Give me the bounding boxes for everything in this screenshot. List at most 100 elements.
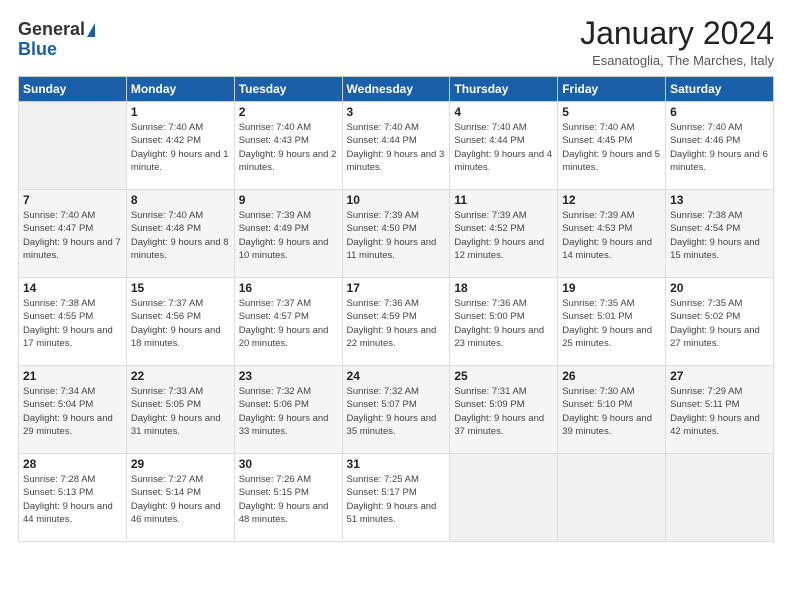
calendar-day-cell: 8 Sunrise: 7:40 AMSunset: 4:48 PMDaylight… — [126, 190, 234, 278]
logo-blue-text: Blue — [18, 40, 57, 60]
day-info: Sunrise: 7:36 AMSunset: 4:59 PMDaylight:… — [347, 297, 446, 350]
day-number: 20 — [670, 281, 769, 295]
calendar-day-cell: 26 Sunrise: 7:30 AMSunset: 5:10 PMDayligh… — [558, 366, 666, 454]
calendar-day-cell: 4Sunrise: 7:40 AMSunset: 4:44 PMDaylight… — [450, 102, 558, 190]
calendar-day-cell: 14 Sunrise: 7:38 AMSunset: 4:55 PMDayligh… — [19, 278, 127, 366]
calendar-day-cell — [450, 454, 558, 542]
day-number: 21 — [23, 369, 122, 383]
day-info: Sunrise: 7:26 AMSunset: 5:15 PMDaylight:… — [239, 473, 338, 526]
day-info: Sunrise: 7:36 AMSunset: 5:00 PMDaylight:… — [454, 297, 553, 350]
calendar-day-cell: 11 Sunrise: 7:39 AMSunset: 4:52 PMDayligh… — [450, 190, 558, 278]
calendar-day-header: Tuesday — [234, 77, 342, 102]
day-number: 18 — [454, 281, 553, 295]
day-info: Sunrise: 7:39 AMSunset: 4:53 PMDaylight:… — [562, 209, 661, 262]
day-number: 28 — [23, 457, 122, 471]
day-number: 16 — [239, 281, 338, 295]
day-info: Sunrise: 7:28 AMSunset: 5:13 PMDaylight:… — [23, 473, 122, 526]
calendar-day-cell: 29Sunrise: 7:27 AMSunset: 5:14 PMDayligh… — [126, 454, 234, 542]
calendar-body: 1 Sunrise: 7:40 AMSunset: 4:42 PMDaylight… — [19, 102, 774, 542]
day-number: 12 — [562, 193, 661, 207]
day-info: Sunrise: 7:40 AMSunset: 4:42 PMDaylight:… — [131, 121, 230, 174]
day-number: 31 — [347, 457, 446, 471]
calendar-day-cell: 3Sunrise: 7:40 AMSunset: 4:44 PMDaylight… — [342, 102, 450, 190]
day-info: Sunrise: 7:29 AMSunset: 5:11 PMDaylight:… — [670, 385, 769, 438]
day-number: 1 — [131, 105, 230, 119]
day-info: Sunrise: 7:40 AMSunset: 4:44 PMDaylight:… — [454, 121, 553, 174]
day-info: Sunrise: 7:38 AMSunset: 4:54 PMDaylight:… — [670, 209, 769, 262]
calendar-day-cell: 27 Sunrise: 7:29 AMSunset: 5:11 PMDayligh… — [666, 366, 774, 454]
calendar-day-cell — [558, 454, 666, 542]
calendar-day-header: Wednesday — [342, 77, 450, 102]
day-info: Sunrise: 7:32 AMSunset: 5:06 PMDaylight:… — [239, 385, 338, 438]
day-info: Sunrise: 7:37 AMSunset: 4:57 PMDaylight:… — [239, 297, 338, 350]
calendar-header-row: SundayMondayTuesdayWednesdayThursdayFrid… — [19, 77, 774, 102]
day-info: Sunrise: 7:33 AMSunset: 5:05 PMDaylight:… — [131, 385, 230, 438]
day-number: 30 — [239, 457, 338, 471]
calendar-day-cell: 18 Sunrise: 7:36 AMSunset: 5:00 PMDayligh… — [450, 278, 558, 366]
day-number: 2 — [239, 105, 338, 119]
calendar-day-cell: 9Sunrise: 7:39 AMSunset: 4:49 PMDaylight… — [234, 190, 342, 278]
calendar-day-cell: 24 Sunrise: 7:32 AMSunset: 5:07 PMDayligh… — [342, 366, 450, 454]
day-info: Sunrise: 7:37 AMSunset: 4:56 PMDaylight:… — [131, 297, 230, 350]
calendar-day-header: Monday — [126, 77, 234, 102]
day-info: Sunrise: 7:38 AMSunset: 4:55 PMDaylight:… — [23, 297, 122, 350]
day-number: 14 — [23, 281, 122, 295]
day-info: Sunrise: 7:40 AMSunset: 4:43 PMDaylight:… — [239, 121, 338, 174]
day-number: 26 — [562, 369, 661, 383]
day-info: Sunrise: 7:32 AMSunset: 5:07 PMDaylight:… — [347, 385, 446, 438]
day-number: 8 — [131, 193, 230, 207]
day-number: 24 — [347, 369, 446, 383]
day-info: Sunrise: 7:35 AMSunset: 5:02 PMDaylight:… — [670, 297, 769, 350]
day-info: Sunrise: 7:39 AMSunset: 4:52 PMDaylight:… — [454, 209, 553, 262]
calendar-day-cell: 30 Sunrise: 7:26 AMSunset: 5:15 PMDayligh… — [234, 454, 342, 542]
calendar-day-cell: 10Sunrise: 7:39 AMSunset: 4:50 PMDayligh… — [342, 190, 450, 278]
day-number: 29 — [131, 457, 230, 471]
calendar-week-row: 21Sunrise: 7:34 AMSunset: 5:04 PMDayligh… — [19, 366, 774, 454]
day-number: 25 — [454, 369, 553, 383]
calendar-day-cell: 2 Sunrise: 7:40 AMSunset: 4:43 PMDaylight… — [234, 102, 342, 190]
calendar-week-row: 14 Sunrise: 7:38 AMSunset: 4:55 PMDayligh… — [19, 278, 774, 366]
day-number: 27 — [670, 369, 769, 383]
logo-general-text: General — [18, 20, 85, 40]
day-info: Sunrise: 7:35 AMSunset: 5:01 PMDaylight:… — [562, 297, 661, 350]
calendar-day-cell — [666, 454, 774, 542]
title-section: January 2024 Esanatoglia, The Marches, I… — [580, 16, 774, 68]
day-number: 13 — [670, 193, 769, 207]
calendar-day-cell — [19, 102, 127, 190]
calendar-day-header: Thursday — [450, 77, 558, 102]
day-number: 19 — [562, 281, 661, 295]
calendar-day-cell: 25 Sunrise: 7:31 AMSunset: 5:09 PMDayligh… — [450, 366, 558, 454]
calendar-day-cell: 12 Sunrise: 7:39 AMSunset: 4:53 PMDayligh… — [558, 190, 666, 278]
calendar-day-cell: 19 Sunrise: 7:35 AMSunset: 5:01 PMDayligh… — [558, 278, 666, 366]
calendar-week-row: 7Sunrise: 7:40 AMSunset: 4:47 PMDaylight… — [19, 190, 774, 278]
calendar-table: SundayMondayTuesdayWednesdayThursdayFrid… — [18, 76, 774, 542]
calendar-day-cell: 21Sunrise: 7:34 AMSunset: 5:04 PMDayligh… — [19, 366, 127, 454]
day-number: 11 — [454, 193, 553, 207]
calendar-page: General Blue January 2024 Esanatoglia, T… — [0, 0, 792, 612]
calendar-day-cell: 1 Sunrise: 7:40 AMSunset: 4:42 PMDaylight… — [126, 102, 234, 190]
calendar-day-cell: 28 Sunrise: 7:28 AMSunset: 5:13 PMDayligh… — [19, 454, 127, 542]
calendar-week-row: 1 Sunrise: 7:40 AMSunset: 4:42 PMDaylight… — [19, 102, 774, 190]
day-number: 17 — [347, 281, 446, 295]
calendar-day-cell: 31 Sunrise: 7:25 AMSunset: 5:17 PMDayligh… — [342, 454, 450, 542]
day-info: Sunrise: 7:30 AMSunset: 5:10 PMDaylight:… — [562, 385, 661, 438]
subtitle: Esanatoglia, The Marches, Italy — [580, 53, 774, 68]
calendar-day-cell: 22 Sunrise: 7:33 AMSunset: 5:05 PMDayligh… — [126, 366, 234, 454]
calendar-day-header: Friday — [558, 77, 666, 102]
calendar-day-cell: 17 Sunrise: 7:36 AMSunset: 4:59 PMDayligh… — [342, 278, 450, 366]
calendar-day-cell: 16 Sunrise: 7:37 AMSunset: 4:57 PMDayligh… — [234, 278, 342, 366]
month-title: January 2024 — [580, 16, 774, 51]
day-number: 22 — [131, 369, 230, 383]
day-info: Sunrise: 7:40 AMSunset: 4:47 PMDaylight:… — [23, 209, 122, 262]
day-info: Sunrise: 7:25 AMSunset: 5:17 PMDaylight:… — [347, 473, 446, 526]
calendar-day-cell: 13 Sunrise: 7:38 AMSunset: 4:54 PMDayligh… — [666, 190, 774, 278]
day-number: 23 — [239, 369, 338, 383]
day-info: Sunrise: 7:40 AMSunset: 4:45 PMDaylight:… — [562, 121, 661, 174]
day-info: Sunrise: 7:40 AMSunset: 4:44 PMDaylight:… — [347, 121, 446, 174]
calendar-day-cell: 15Sunrise: 7:37 AMSunset: 4:56 PMDayligh… — [126, 278, 234, 366]
day-number: 6 — [670, 105, 769, 119]
day-number: 5 — [562, 105, 661, 119]
logo-icon — [87, 23, 95, 37]
day-info: Sunrise: 7:40 AMSunset: 4:48 PMDaylight:… — [131, 209, 230, 262]
day-info: Sunrise: 7:31 AMSunset: 5:09 PMDaylight:… — [454, 385, 553, 438]
